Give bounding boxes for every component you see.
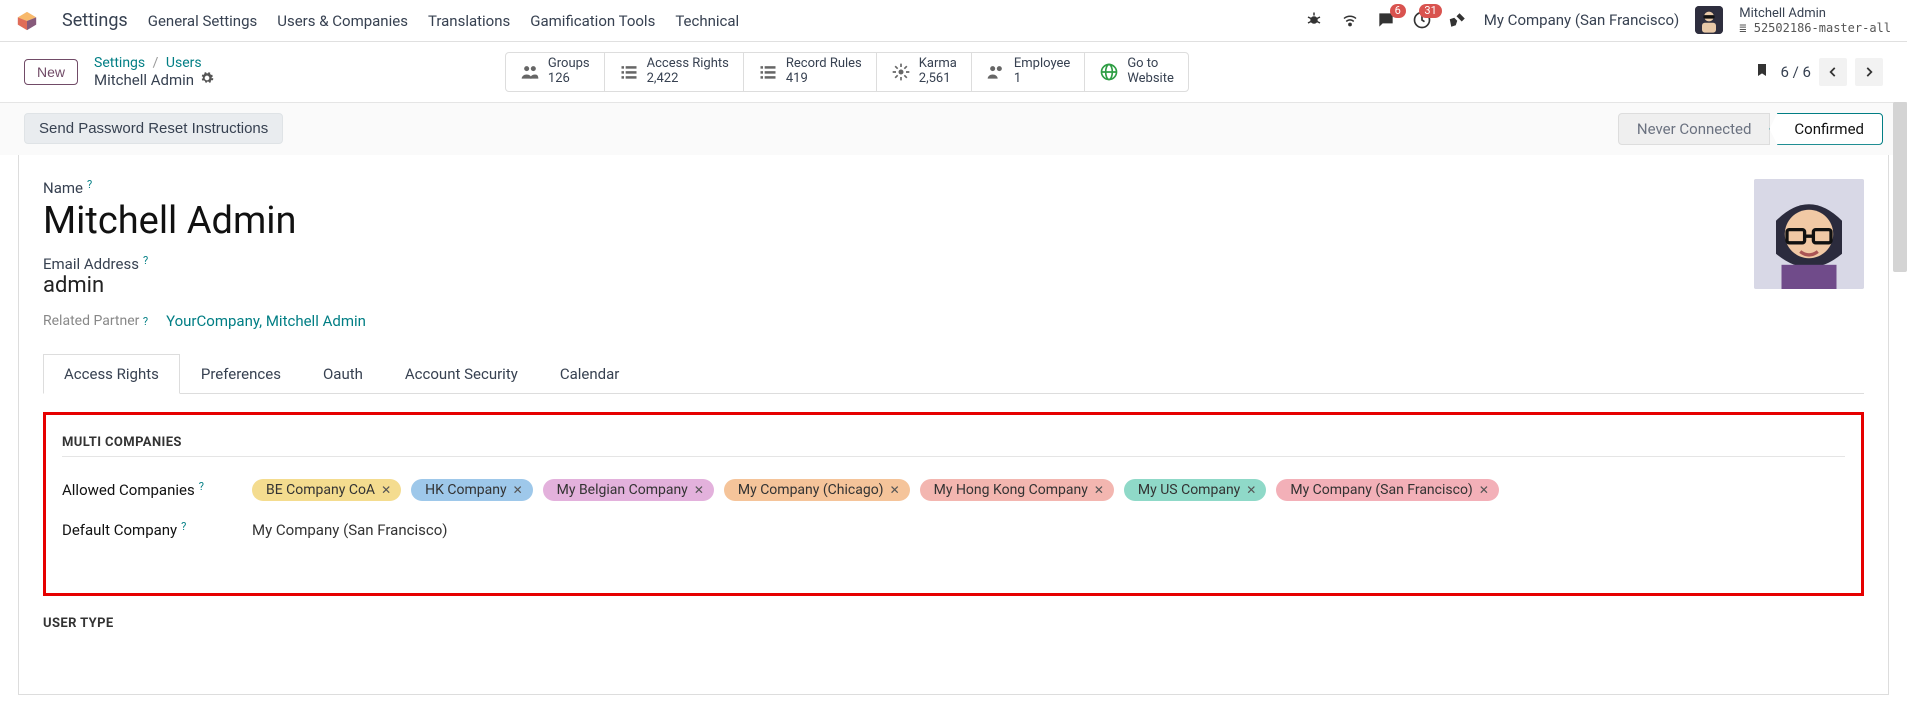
nav-item-translations[interactable]: Translations	[428, 12, 510, 30]
tag-remove-icon[interactable]: ✕	[1094, 483, 1104, 497]
company-tag-label: My Hong Kong Company	[934, 482, 1088, 498]
gear-icon[interactable]	[200, 71, 214, 89]
company-tag-label: My Company (San Francisco)	[1290, 482, 1472, 498]
company-tag-label: My Company (Chicago)	[738, 482, 884, 498]
stat-access-rights[interactable]: Access Rights2,422	[605, 53, 744, 91]
breadcrumb-settings[interactable]: Settings	[94, 55, 145, 71]
app-logo-icon[interactable]	[16, 10, 38, 32]
email-label: Email Address?	[43, 255, 1730, 273]
name-field[interactable]: Mitchell Admin	[43, 199, 1730, 243]
db-name-label: ≣ 52502186-master-all	[1739, 21, 1891, 35]
tag-remove-icon[interactable]: ✕	[1246, 483, 1256, 497]
rules-icon	[758, 62, 778, 82]
activities-icon[interactable]: 31	[1412, 10, 1432, 30]
tag-remove-icon[interactable]: ✕	[694, 483, 704, 497]
pager-next-button[interactable]	[1855, 58, 1883, 86]
user-menu[interactable]: Mitchell Admin ≣ 52502186-master-all	[1739, 6, 1891, 36]
default-company-label: Default Company?	[62, 521, 230, 539]
email-field[interactable]: admin	[43, 273, 1730, 298]
tag-remove-icon[interactable]: ✕	[1479, 483, 1489, 497]
form-sheet: Name? Mitchell Admin Email Address? admi…	[18, 155, 1889, 695]
tabs: Access Rights Preferences Oauth Account …	[43, 354, 1864, 394]
company-tag[interactable]: My Belgian Company ✕	[543, 479, 714, 501]
section-title-user-type: USER TYPE	[43, 616, 1864, 631]
status-confirmed[interactable]: Confirmed	[1769, 113, 1883, 145]
pager-value[interactable]: 6 / 6	[1780, 63, 1811, 81]
avatar-large[interactable]	[1754, 179, 1864, 289]
related-partner-link[interactable]: YourCompany, Mitchell Admin	[166, 312, 366, 330]
help-icon[interactable]: ?	[87, 178, 92, 191]
breadcrumb-current: Mitchell Admin	[94, 71, 194, 89]
scrollbar[interactable]	[1893, 102, 1907, 272]
tools-icon[interactable]	[1448, 10, 1468, 30]
default-company-field[interactable]: My Company (San Francisco)	[252, 521, 447, 539]
breadcrumb-users[interactable]: Users	[166, 55, 202, 71]
company-tag-label: BE Company CoA	[266, 482, 375, 498]
employee-icon	[986, 62, 1006, 82]
stat-website[interactable]: Go toWebsite	[1085, 53, 1188, 91]
status-bar: Never Connected Confirmed	[1618, 113, 1883, 145]
company-tag[interactable]: My Company (San Francisco) ✕	[1276, 479, 1499, 501]
company-tag[interactable]: BE Company CoA ✕	[252, 479, 401, 501]
stat-record-rules[interactable]: Record Rules419	[744, 53, 877, 91]
company-tag[interactable]: HK Company ✕	[411, 479, 533, 501]
company-tag[interactable]: My US Company ✕	[1124, 479, 1266, 501]
user-name-label: Mitchell Admin	[1739, 6, 1891, 22]
top-nav: Settings General Settings Users & Compan…	[0, 0, 1907, 42]
name-label: Name?	[43, 179, 1730, 197]
activities-badge: 31	[1419, 4, 1441, 18]
tab-calendar[interactable]: Calendar	[539, 354, 641, 393]
new-button[interactable]: New	[24, 59, 78, 85]
bookmark-icon[interactable]	[1754, 60, 1770, 84]
app-name[interactable]: Settings	[62, 10, 128, 31]
messages-badge: 6	[1390, 4, 1406, 18]
tag-remove-icon[interactable]: ✕	[513, 483, 523, 497]
bug-icon[interactable]	[1304, 10, 1324, 30]
breadcrumb: Settings / Users Mitchell Admin	[94, 55, 214, 90]
karma-icon	[891, 62, 911, 82]
stat-karma[interactable]: Karma2,561	[877, 53, 972, 91]
wifi-icon[interactable]	[1340, 10, 1360, 30]
nav-item-technical[interactable]: Technical	[675, 12, 739, 30]
tag-remove-icon[interactable]: ✕	[381, 483, 391, 497]
avatar-icon[interactable]	[1695, 6, 1723, 34]
help-icon[interactable]: ?	[181, 520, 186, 533]
nav-item-users-companies[interactable]: Users & Companies	[277, 12, 408, 30]
tab-account-security[interactable]: Account Security	[384, 354, 539, 393]
section-title-multi-companies: MULTI COMPANIES	[62, 435, 1845, 457]
pager: 6 / 6	[1780, 58, 1883, 86]
messages-icon[interactable]: 6	[1376, 10, 1396, 30]
tab-oauth[interactable]: Oauth	[302, 354, 384, 393]
stat-employee[interactable]: Employee1	[972, 53, 1085, 91]
help-icon[interactable]: ?	[143, 254, 148, 267]
company-tag-label: My Belgian Company	[557, 482, 688, 498]
tag-remove-icon[interactable]: ✕	[890, 483, 900, 497]
globe-icon	[1099, 62, 1119, 82]
pager-prev-button[interactable]	[1819, 58, 1847, 86]
control-panel: New Settings / Users Mitchell Admin Grou…	[0, 42, 1907, 103]
company-tag-label: HK Company	[425, 482, 506, 498]
database-icon: ≣	[1739, 21, 1746, 35]
status-never-connected[interactable]: Never Connected	[1618, 113, 1771, 145]
company-switcher[interactable]: My Company (San Francisco)	[1484, 11, 1679, 29]
action-bar: Send Password Reset Instructions Never C…	[0, 103, 1907, 155]
nav-item-general-settings[interactable]: General Settings	[148, 12, 258, 30]
send-password-reset-button[interactable]: Send Password Reset Instructions	[24, 113, 283, 144]
tab-preferences[interactable]: Preferences	[180, 354, 302, 393]
stat-groups[interactable]: Groups126	[506, 53, 605, 91]
company-tag[interactable]: My Hong Kong Company ✕	[920, 479, 1114, 501]
company-tag[interactable]: My Company (Chicago) ✕	[724, 479, 910, 501]
help-icon[interactable]: ?	[143, 315, 148, 328]
help-icon[interactable]: ?	[199, 480, 204, 493]
multi-companies-section: MULTI COMPANIES Allowed Companies? BE Co…	[43, 412, 1864, 596]
company-tag-label: My US Company	[1138, 482, 1240, 498]
list-icon	[619, 62, 639, 82]
stat-buttons: Groups126 Access Rights2,422 Record Rule…	[505, 52, 1189, 92]
allowed-companies-field[interactable]: BE Company CoA✕HK Company✕My Belgian Com…	[252, 479, 1499, 501]
nav-item-gamification-tools[interactable]: Gamification Tools	[530, 12, 655, 30]
related-partner-label: Related Partner ?	[43, 313, 148, 329]
tab-access-rights[interactable]: Access Rights	[43, 354, 180, 394]
allowed-companies-label: Allowed Companies?	[62, 481, 230, 499]
groups-icon	[520, 62, 540, 82]
